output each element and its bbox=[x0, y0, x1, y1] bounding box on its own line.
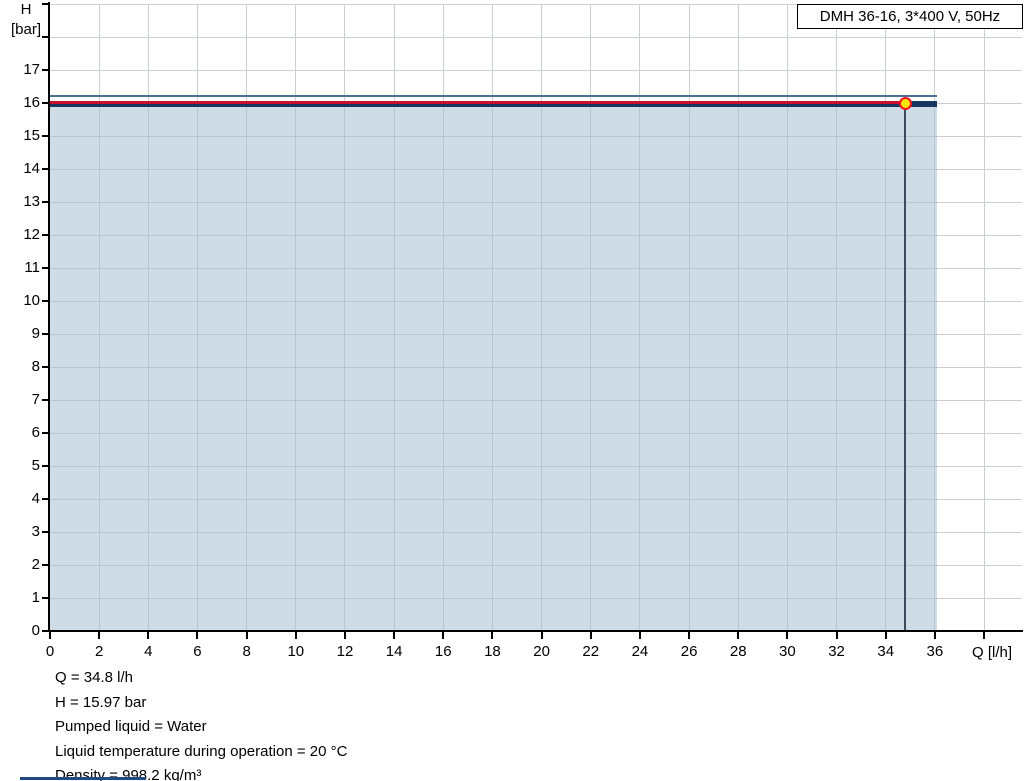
x-tick bbox=[294, 631, 297, 639]
pump-performance-chart: 0 1 2 3 4 5 6 7 8 9 10 11 12 13 14 15 16 17 0 2 4 6 8 10 12 14 16 1… bbox=[0, 0, 1024, 781]
x-tick-label: 22 bbox=[582, 643, 600, 660]
x-tick bbox=[884, 631, 887, 639]
curve-curve-upper-limit bbox=[50, 94, 938, 97]
y-tick-label: 1 bbox=[31, 589, 40, 606]
x-tick-label: 10 bbox=[287, 643, 305, 660]
x-tick bbox=[786, 631, 789, 639]
operating-range-fill bbox=[50, 101, 938, 631]
x-tick-label: 12 bbox=[336, 643, 354, 660]
y-tick-label: 15 bbox=[23, 127, 40, 144]
y-tick-label: 2 bbox=[31, 556, 40, 573]
h-gridline bbox=[50, 69, 1022, 71]
duty-result-text: Q = 34.8 l/h H = 15.97 bar Pumped liquid… bbox=[55, 666, 347, 781]
y-axis-line bbox=[48, 2, 50, 632]
x-tick bbox=[737, 631, 740, 639]
x-tick bbox=[933, 631, 936, 639]
x-tick-label: 20 bbox=[533, 643, 550, 660]
y-tick-label: 7 bbox=[31, 391, 40, 408]
x-tick bbox=[589, 631, 592, 639]
x-tick-label: 26 bbox=[680, 643, 698, 660]
result-liquid-temperature: Liquid temperature during operation = 20… bbox=[55, 742, 348, 760]
y-tick-label: 16 bbox=[23, 94, 40, 111]
v-gridline bbox=[983, 4, 985, 631]
x-tick bbox=[98, 631, 101, 639]
x-tick-label: 8 bbox=[242, 643, 251, 660]
y-tick-label: 12 bbox=[23, 226, 40, 243]
y-tick-label: 3 bbox=[31, 523, 40, 540]
y-tick-label: 9 bbox=[31, 325, 40, 342]
x-tick-label: 34 bbox=[877, 643, 895, 660]
x-tick bbox=[343, 631, 346, 639]
x-tick-label: 28 bbox=[729, 643, 747, 660]
y-axis-unit: [bar] bbox=[10, 21, 41, 38]
x-tick-label: 4 bbox=[144, 643, 153, 660]
y-tick-label: 11 bbox=[24, 259, 40, 276]
h-gridline bbox=[50, 36, 1022, 38]
x-tick bbox=[638, 631, 641, 639]
x-tick-label: 30 bbox=[779, 643, 796, 660]
x-tick-label: 14 bbox=[385, 643, 403, 660]
x-tick-label: 18 bbox=[484, 643, 501, 660]
x-tick bbox=[49, 631, 51, 639]
x-tick bbox=[196, 631, 199, 639]
y-tick-label: 10 bbox=[23, 292, 40, 309]
x-axis-title: Q [l/h] bbox=[972, 644, 1013, 661]
x-tick-label: 0 bbox=[45, 643, 55, 660]
x-tick-label: 24 bbox=[631, 643, 649, 660]
y-tick-label: 8 bbox=[31, 358, 40, 375]
x-tick bbox=[393, 631, 396, 639]
legend-box: DMH 36-16, 3*400 V, 50Hz bbox=[797, 4, 1023, 29]
x-tick-label: 32 bbox=[828, 643, 845, 660]
curve-selected-duty-range bbox=[50, 101, 906, 104]
x-axis-line bbox=[48, 630, 1023, 632]
legend-label: DMH 36-16, 3*400 V, 50Hz bbox=[819, 8, 1001, 25]
x-tick-label: 2 bbox=[94, 643, 104, 660]
x-tick bbox=[688, 631, 691, 639]
x-tick-label: 36 bbox=[926, 643, 944, 660]
x-tick-label: 16 bbox=[434, 643, 452, 660]
x-tick bbox=[835, 631, 838, 639]
y-tick-label: 0 bbox=[31, 622, 40, 639]
x-tick-label: 6 bbox=[193, 643, 202, 660]
x-tick bbox=[983, 631, 986, 639]
duty-point-drop-line bbox=[904, 106, 907, 631]
x-tick bbox=[491, 631, 494, 639]
x-tick bbox=[245, 631, 248, 639]
result-pumped-liquid: Pumped liquid = Water bbox=[55, 718, 207, 735]
y-tick-label: 4 bbox=[31, 490, 40, 507]
y-tick-label: 17 bbox=[23, 61, 40, 78]
result-head: H = 15.97 bar bbox=[55, 693, 147, 711]
bottom-accent-line bbox=[20, 777, 146, 780]
x-tick bbox=[147, 631, 150, 639]
x-tick bbox=[540, 631, 543, 639]
y-tick-label: 13 bbox=[23, 193, 40, 210]
y-tick-label: 5 bbox=[31, 457, 40, 474]
result-flow: Q = 34.8 l/h bbox=[55, 669, 133, 686]
y-axis-title: H bbox=[20, 1, 32, 18]
x-tick bbox=[442, 631, 445, 639]
y-tick-label: 6 bbox=[31, 424, 40, 441]
y-tick-label: 14 bbox=[23, 160, 40, 177]
